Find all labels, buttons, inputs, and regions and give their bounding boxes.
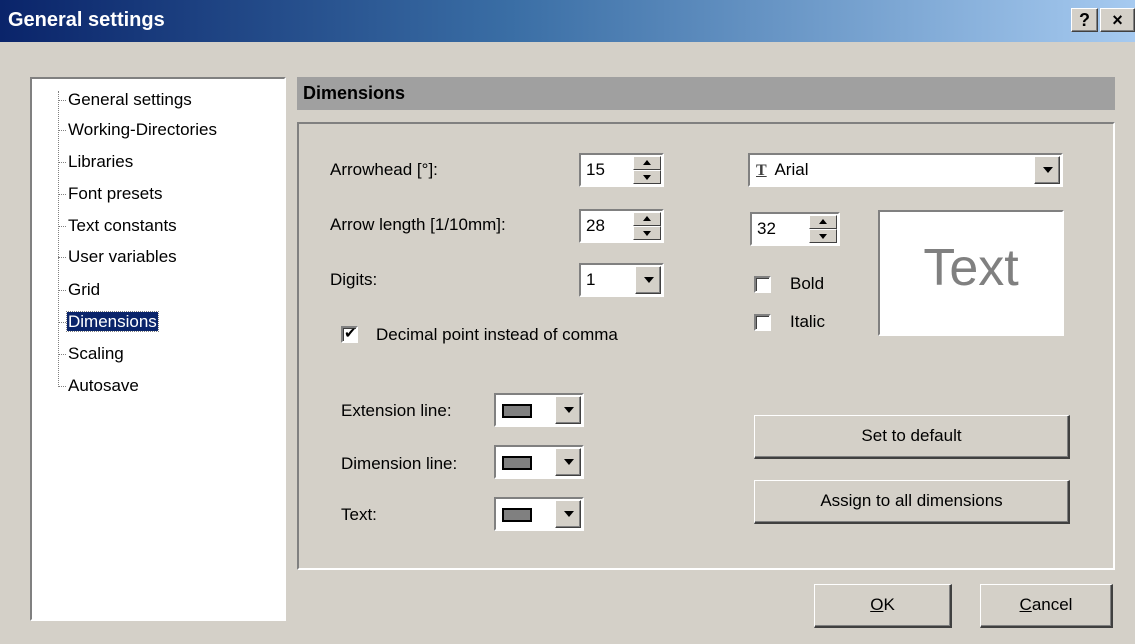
font-preview: Text <box>878 210 1064 336</box>
arrowhead-value[interactable]: 15 <box>586 160 605 180</box>
digits-dropdown[interactable]: 1 <box>579 263 664 297</box>
cancel-button[interactable]: Cancel <box>980 584 1113 628</box>
tree-item-font-presets[interactable]: Font presets <box>58 183 164 205</box>
title-bar: General settings ? × <box>0 0 1135 42</box>
help-button[interactable]: ? <box>1071 8 1098 32</box>
tree-item-dimensions[interactable]: Dimensions <box>58 311 159 333</box>
text-color-label: Text: <box>341 505 377 524</box>
font-dropdown[interactable]: T Arial <box>748 153 1063 187</box>
preview-text: Text <box>923 239 1019 297</box>
arrowhead-spin-up[interactable] <box>633 156 661 170</box>
text-color-dropdown[interactable] <box>494 497 584 531</box>
tree-item-text-constants[interactable]: Text constants <box>58 215 178 237</box>
assign-to-all-dimensions-button[interactable]: Assign to all dimensions <box>754 480 1070 524</box>
extension-line-color-swatch <box>502 404 532 418</box>
tree-item-general-settings[interactable]: General settings <box>58 89 193 111</box>
font-size-value[interactable]: 32 <box>757 219 776 239</box>
text-color-dropdown-button[interactable] <box>555 500 581 528</box>
arrow-length-spin-down[interactable] <box>633 226 661 240</box>
help-icon: ? <box>1079 10 1090 30</box>
digits-label: Digits: <box>330 270 378 289</box>
checkmark-icon: ✔ <box>344 325 357 342</box>
font-dropdown-button[interactable] <box>1034 156 1060 184</box>
arrow-length-spin-up[interactable] <box>633 212 661 226</box>
tree-item-autosave[interactable]: Autosave <box>58 375 140 397</box>
bold-label: Bold <box>790 274 825 293</box>
chevron-down-icon <box>564 459 574 465</box>
window-title: General settings <box>8 9 165 31</box>
text-color-swatch <box>502 508 532 522</box>
arrow-length-value[interactable]: 28 <box>586 216 605 236</box>
close-button[interactable]: × <box>1100 8 1135 32</box>
panel-title: Dimensions <box>303 83 406 103</box>
extension-line-dropdown-button[interactable] <box>555 396 581 424</box>
tree-item-libraries[interactable]: Libraries <box>58 151 134 173</box>
chevron-down-icon <box>564 407 574 413</box>
tree-item-grid[interactable]: Grid <box>58 279 101 301</box>
panel-header: Dimensions <box>297 77 1115 110</box>
dimension-line-color-dropdown[interactable] <box>494 445 584 479</box>
italic-checkbox[interactable] <box>754 314 771 331</box>
bold-checkbox[interactable] <box>754 276 771 293</box>
font-size-spin-up[interactable] <box>809 215 837 229</box>
font-size-spin-down[interactable] <box>809 229 837 243</box>
ok-button[interactable]: OK <box>814 584 952 628</box>
dimension-line-dropdown-button[interactable] <box>555 448 581 476</box>
arrowhead-spinner[interactable]: 15 <box>579 153 664 187</box>
digits-dropdown-button[interactable] <box>635 266 661 294</box>
digits-value: 1 <box>586 270 596 289</box>
extension-line-color-dropdown[interactable] <box>494 393 584 427</box>
decimal-point-checkbox[interactable]: ✔ <box>341 325 358 343</box>
tree-item-working-directories[interactable]: Working-Directories <box>58 119 218 141</box>
arrow-length-spinner[interactable]: 28 <box>579 209 664 243</box>
tree-item-user-variables[interactable]: User variables <box>58 246 178 268</box>
set-to-default-button[interactable]: Set to default <box>754 415 1070 459</box>
chevron-down-icon <box>1043 167 1053 173</box>
chevron-down-icon <box>564 511 574 517</box>
settings-tree[interactable]: General settings Working-Directories Lib… <box>30 77 286 621</box>
arrowhead-spin-down[interactable] <box>633 170 661 184</box>
chevron-down-icon <box>644 277 654 283</box>
dimension-line-label: Dimension line: <box>341 454 458 473</box>
decimal-point-label: Decimal point instead of comma <box>376 325 618 344</box>
font-name: Arial <box>774 160 809 179</box>
arrow-length-label: Arrow length [1/10mm]: <box>330 215 506 234</box>
truetype-font-icon: T <box>756 162 767 179</box>
tree-item-scaling[interactable]: Scaling <box>58 343 125 365</box>
italic-label: Italic <box>790 312 825 331</box>
close-icon: × <box>1112 10 1123 30</box>
extension-line-label: Extension line: <box>341 401 452 420</box>
arrowhead-label: Arrowhead [°]: <box>330 160 438 179</box>
font-size-spinner[interactable]: 32 <box>750 212 840 246</box>
dimension-line-color-swatch <box>502 456 532 470</box>
